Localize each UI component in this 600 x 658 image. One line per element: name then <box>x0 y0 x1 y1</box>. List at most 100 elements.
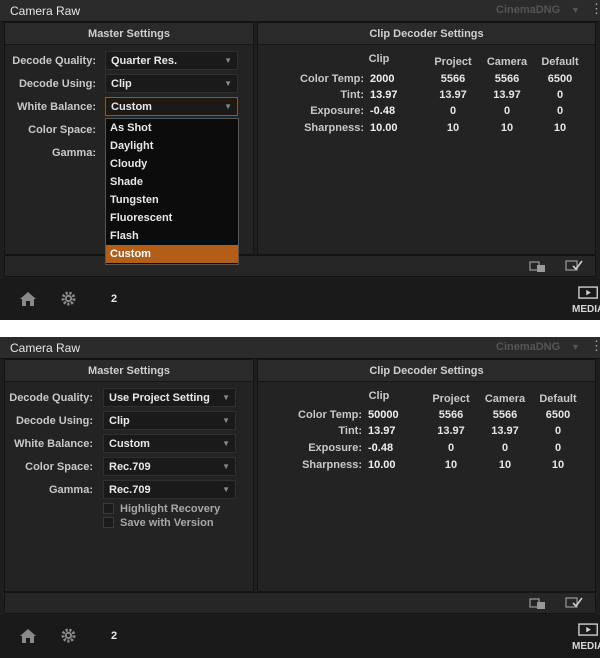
decode-using-value: Clip <box>109 415 130 427</box>
white-balance-select[interactable]: Custom ▼ <box>105 97 238 116</box>
color-space-select[interactable]: Rec.709 ▼ <box>103 457 236 476</box>
color-temp-camera: 5566 <box>492 409 518 421</box>
option-daylight[interactable]: Daylight <box>106 137 238 155</box>
gear-icon[interactable] <box>60 290 77 307</box>
decode-quality-label: Decode Quality: <box>9 392 93 404</box>
highlight-recovery-checkbox[interactable]: Highlight Recovery <box>103 503 220 515</box>
checklist-icon[interactable] <box>565 596 583 610</box>
master-settings-title: Master Settings <box>5 360 253 382</box>
white-balance-label: White Balance: <box>17 101 96 113</box>
status-bar <box>4 255 596 277</box>
white-balance-label: White Balance: <box>14 438 93 450</box>
white-balance-dropdown: As Shot Daylight Cloudy Shade Tungsten F… <box>105 118 239 265</box>
exposure-default: 0 <box>556 105 564 117</box>
highlight-recovery-label: Highlight Recovery <box>120 503 221 515</box>
raw-format-select[interactable]: CinemaDNG <box>496 4 560 16</box>
tint-label: Tint: <box>338 425 362 437</box>
col-camera: Camera <box>484 393 526 405</box>
sharpness-clip[interactable]: 10.00 <box>368 459 428 471</box>
sharpness-label: Sharpness: <box>304 122 364 134</box>
col-project: Project <box>432 393 470 405</box>
option-tungsten[interactable]: Tungsten <box>106 191 238 209</box>
exposure-project: 0 <box>449 105 457 117</box>
tint-clip[interactable]: 13.97 <box>370 89 430 101</box>
checkbox-box[interactable] <box>103 503 114 514</box>
gamma-value: Rec.709 <box>109 484 151 496</box>
tint-camera: 13.97 <box>493 89 521 101</box>
exposure-default: 0 <box>554 442 562 454</box>
option-shade[interactable]: Shade <box>106 173 238 191</box>
decode-quality-select[interactable]: Use Project Setting ▼ <box>103 388 236 407</box>
checklist-icon[interactable] <box>565 259 583 273</box>
window-title: Camera Raw <box>10 341 81 355</box>
gamma-label: Gamma: <box>51 147 96 159</box>
media-label: MEDIA <box>572 304 600 315</box>
option-cloudy[interactable]: Cloudy <box>106 155 238 173</box>
col-default: Default <box>539 393 577 405</box>
decode-using-value: Clip <box>111 78 132 90</box>
tint-default: 0 <box>554 425 562 437</box>
exposure-clip[interactable]: -0.48 <box>370 105 430 117</box>
option-flash[interactable]: Flash <box>106 227 238 245</box>
col-clip: Clip <box>368 53 390 65</box>
clip-info-icon[interactable] <box>529 259 547 273</box>
sharpness-project: 10 <box>446 122 460 134</box>
chevron-down-icon: ▼ <box>222 416 230 425</box>
gamma-select[interactable]: Rec.709 ▼ <box>103 480 236 499</box>
gear-icon[interactable] <box>60 627 77 644</box>
decode-quality-value: Quarter Res. <box>111 55 178 67</box>
color-temp-clip[interactable]: 2000 <box>370 73 430 85</box>
decode-quality-select[interactable]: Quarter Res. ▼ <box>105 51 238 70</box>
home-icon[interactable] <box>19 291 37 307</box>
col-project: Project <box>434 56 472 68</box>
decode-using-select[interactable]: Clip ▼ <box>103 411 236 430</box>
save-with-version-checkbox[interactable]: Save with Version <box>103 517 214 529</box>
color-temp-default: 6500 <box>545 409 571 421</box>
color-temp-clip[interactable]: 50000 <box>368 409 428 421</box>
chevron-down-icon[interactable]: ▼ <box>571 342 580 352</box>
page-number: 2 <box>111 630 118 642</box>
media-icon <box>578 623 598 636</box>
options-menu-icon[interactable]: ⋮ <box>590 339 600 352</box>
exposure-camera: 0 <box>503 105 511 117</box>
option-as-shot[interactable]: As Shot <box>106 119 238 137</box>
chevron-down-icon: ▼ <box>224 56 232 65</box>
decode-using-label: Decode Using: <box>15 415 93 427</box>
option-custom[interactable]: Custom <box>106 245 238 263</box>
color-temp-label: Color Temp: <box>298 409 362 421</box>
chevron-down-icon: ▼ <box>222 485 230 494</box>
decode-using-select[interactable]: Clip ▼ <box>105 74 238 93</box>
chevron-down-icon: ▼ <box>224 79 232 88</box>
tint-clip[interactable]: 13.97 <box>368 425 428 437</box>
save-with-version-label: Save with Version <box>120 517 214 529</box>
options-menu-icon[interactable]: ⋮ <box>590 2 600 15</box>
media-button[interactable]: MEDIA <box>570 621 600 655</box>
master-settings-title: Master Settings <box>5 23 253 45</box>
checkbox-box[interactable] <box>103 517 114 528</box>
chevron-down-icon[interactable]: ▼ <box>571 5 580 15</box>
color-space-label: Color Space: <box>28 124 96 136</box>
clip-decoder-title: Clip Decoder Settings <box>258 23 595 45</box>
camera-raw-panel-expanded: Camera Raw CinemaDNG ▼ ⋮ Master Settings… <box>0 337 600 658</box>
option-fluorescent[interactable]: Fluorescent <box>106 209 238 227</box>
color-temp-label: Color Temp: <box>300 73 364 85</box>
media-button[interactable]: MEDIA <box>570 284 600 318</box>
home-icon[interactable] <box>19 628 37 644</box>
exposure-clip[interactable]: -0.48 <box>368 442 428 454</box>
sharpness-camera: 10 <box>498 459 512 471</box>
sharpness-clip[interactable]: 10.00 <box>370 122 430 134</box>
color-temp-project: 5566 <box>440 73 466 85</box>
white-balance-value: Custom <box>109 438 150 450</box>
col-default: Default <box>541 56 579 68</box>
clip-info-icon[interactable] <box>529 596 547 610</box>
chevron-down-icon: ▼ <box>222 462 230 471</box>
exposure-camera: 0 <box>501 442 509 454</box>
white-balance-select[interactable]: Custom ▼ <box>103 434 236 453</box>
white-balance-value: Custom <box>111 101 152 113</box>
color-temp-default: 6500 <box>547 73 573 85</box>
tint-default: 0 <box>556 89 564 101</box>
status-bar <box>4 592 596 614</box>
decode-quality-value: Use Project Setting <box>109 392 210 404</box>
tint-label: Tint: <box>340 89 364 101</box>
raw-format-select[interactable]: CinemaDNG <box>496 341 560 353</box>
